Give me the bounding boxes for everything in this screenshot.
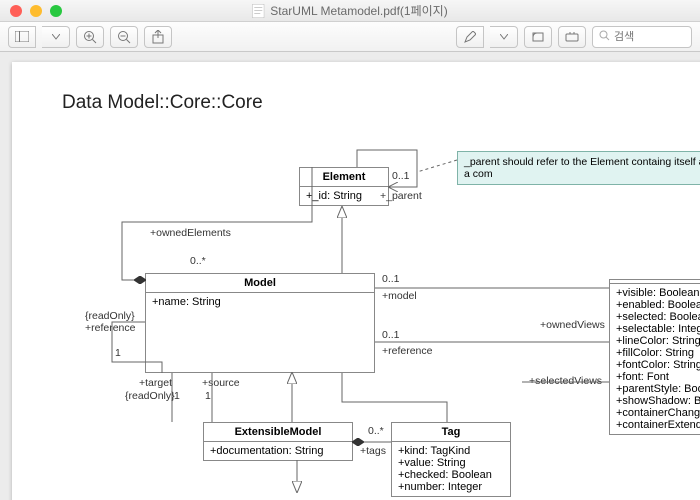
uml-attr: +checked: Boolean	[398, 469, 504, 481]
uml-role-target: +target	[139, 377, 172, 389]
uml-mult-tags: 0..*	[368, 425, 384, 437]
uml-mult: 0..1	[392, 170, 410, 182]
uml-attr: +value: String	[398, 457, 504, 469]
traffic-lights	[0, 5, 62, 17]
minimize-window-button[interactable]	[30, 5, 42, 17]
uml-attr: +containerExtending	[616, 419, 700, 431]
uml-role-selectedviews: +selectedViews	[529, 375, 602, 387]
document-viewport[interactable]: Data Model::Core::Core _parent should re…	[0, 52, 700, 500]
uml-attr: +documentation: String	[210, 445, 346, 457]
window-titlebar: StarUML Metamodel.pdf(1페이지)	[0, 0, 700, 22]
uml-constraint: {readOnly}	[85, 310, 135, 322]
zoom-in-button[interactable]	[76, 26, 104, 48]
sidebar-menu-button[interactable]	[42, 26, 70, 48]
uml-attr: +fontColor: String	[616, 359, 700, 371]
uml-note: _parent should refer to the Element cont…	[457, 151, 700, 185]
search-input[interactable]	[614, 31, 685, 43]
sidebar-toggle-button[interactable]	[8, 26, 36, 48]
uml-class-name: Model	[146, 274, 374, 293]
uml-attr: +font: Font	[616, 371, 700, 383]
rotate-button[interactable]	[524, 26, 552, 48]
uml-class-name: Tag	[392, 423, 510, 442]
toolbar	[0, 22, 700, 52]
uml-class-extensible: ExtensibleModel +documentation: String	[203, 422, 353, 461]
uml-attr: +_id: String	[306, 190, 382, 202]
pdf-page: Data Model::Core::Core _parent should re…	[12, 62, 700, 500]
uml-role-reference: +reference	[382, 345, 433, 357]
uml-attr: +parentStyle: Boolean	[616, 383, 700, 395]
uml-role-tags: +tags	[360, 445, 386, 457]
uml-role-ownedelements: +ownedElements	[150, 227, 231, 239]
pdf-icon	[252, 4, 264, 18]
annotate-menu-button[interactable]	[490, 26, 518, 48]
uml-role-parent: +_parent	[380, 190, 422, 202]
uml-attr: +showShadow: Boolean	[616, 395, 700, 407]
uml-attr: +enabled: Boolean	[616, 299, 700, 311]
uml-class-view: +visible: Boolean +enabled: Boolean +sel…	[609, 279, 700, 435]
uml-attr: +kind: TagKind	[398, 445, 504, 457]
window-title: StarUML Metamodel.pdf(1페이지)	[252, 2, 447, 19]
uml-mult: 0..1	[382, 329, 400, 341]
share-button[interactable]	[144, 26, 172, 48]
zoom-out-button[interactable]	[110, 26, 138, 48]
uml-attr: +name: String	[152, 296, 368, 308]
uml-constraint2: {readOnly}	[125, 390, 175, 402]
uml-attr: +containerChangeable	[616, 407, 700, 419]
uml-attr: +number: Integer	[398, 481, 504, 493]
uml-mult-one2: 1	[174, 390, 180, 402]
uml-role-ownedviews: +ownedViews	[540, 319, 605, 331]
uml-role-source: +source	[202, 377, 240, 389]
window-title-text: StarUML Metamodel.pdf(1페이지)	[270, 2, 447, 19]
uml-mult: 0..*	[190, 255, 206, 267]
uml-role-model: +model	[382, 290, 417, 302]
uml-attr: +visible: Boolean	[616, 287, 700, 299]
uml-attr: +selected: Boolean	[616, 311, 700, 323]
uml-role-reference2: +reference	[85, 322, 136, 334]
diagram-title: Data Model::Core::Core	[62, 92, 263, 114]
search-icon	[599, 30, 610, 44]
uml-mult-one: 1	[115, 347, 121, 359]
uml-class-element: Element +_id: String	[299, 167, 389, 206]
uml-mult: 0..1	[382, 273, 400, 285]
close-window-button[interactable]	[10, 5, 22, 17]
uml-class-tag: Tag +kind: TagKind +value: String +check…	[391, 422, 511, 497]
markup-button[interactable]	[558, 26, 586, 48]
uml-class-name: ExtensibleModel	[204, 423, 352, 442]
search-field[interactable]	[592, 26, 692, 48]
maximize-window-button[interactable]	[50, 5, 62, 17]
uml-class-model: Model +name: String	[145, 273, 375, 373]
annotate-button[interactable]	[456, 26, 484, 48]
uml-class-name: Element	[300, 168, 388, 187]
uml-mult-one3: 1	[205, 390, 211, 402]
uml-attr: +fillColor: String	[616, 347, 700, 359]
uml-attr: +selectable: Integer	[616, 323, 700, 335]
uml-attr: +lineColor: String	[616, 335, 700, 347]
